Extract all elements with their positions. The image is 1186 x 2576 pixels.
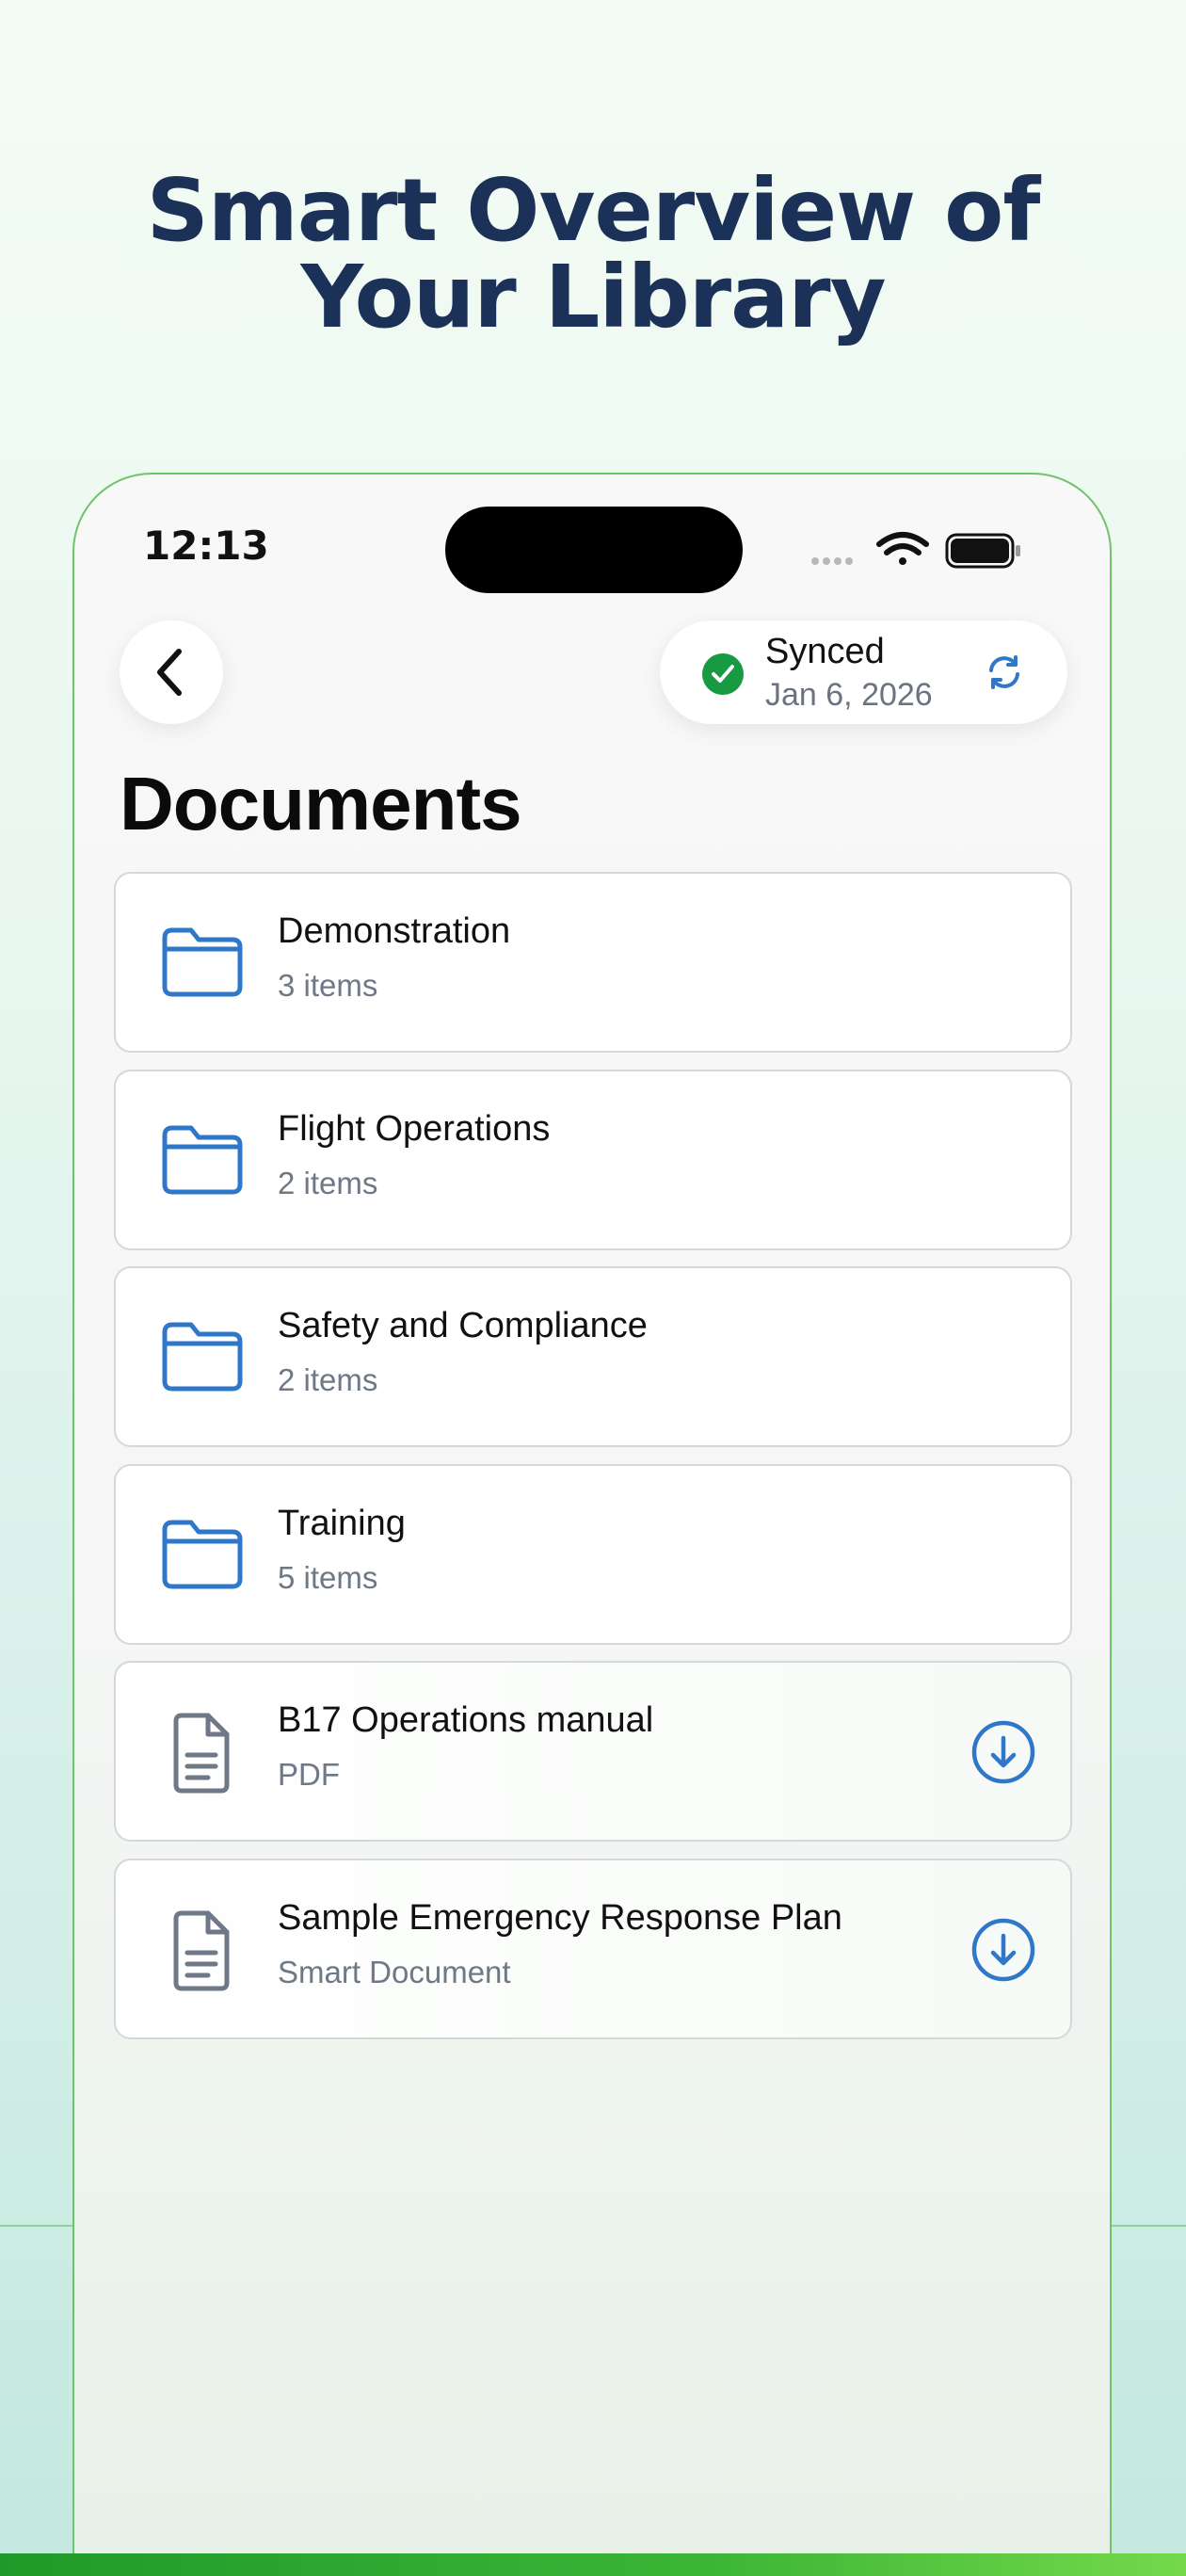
folder-row-flight-operations[interactable]: Flight Operations 2 items (114, 1070, 1072, 1250)
back-button[interactable] (120, 620, 223, 724)
folder-title: Training (278, 1504, 406, 1543)
battery-icon (945, 533, 1020, 569)
status-time: 12:13 (143, 523, 269, 569)
folder-title: Flight Operations (278, 1109, 551, 1149)
sync-title: Synced (765, 632, 885, 671)
folder-item-count: 2 items (278, 1362, 378, 1397)
folder-icon (162, 1322, 243, 1392)
folder-row-safety-and-compliance[interactable]: Safety and Compliance 2 items (114, 1266, 1072, 1447)
headline-line-1: Smart Overview of (146, 160, 1041, 261)
marketing-headline: Smart Overview of Your Library (0, 168, 1186, 341)
download-icon[interactable] (970, 1719, 1036, 1785)
document-icon (173, 1713, 230, 1794)
folder-title: Safety and Compliance (278, 1306, 648, 1345)
file-title: B17 Operations manual (278, 1700, 654, 1740)
file-row-sample-emergency-response-plan[interactable]: Sample Emergency Response Plan Smart Doc… (114, 1859, 1072, 2039)
wifi-icon (876, 532, 929, 565)
folder-title: Demonstration (278, 911, 511, 951)
sync-date: Jan 6, 2026 (765, 677, 933, 713)
document-icon (173, 1910, 230, 1991)
refresh-icon[interactable] (984, 652, 1025, 693)
folder-row-training[interactable]: Training 5 items (114, 1464, 1072, 1645)
folder-item-count: 3 items (278, 968, 378, 1003)
folder-icon (162, 1520, 243, 1589)
folder-item-count: 5 items (278, 1560, 378, 1595)
file-type: Smart Document (278, 1955, 511, 1989)
sync-status-pill[interactable]: Synced Jan 6, 2026 (660, 620, 1067, 724)
signal-dots-icon (811, 557, 853, 565)
headline-line-2: Your Library (300, 247, 886, 347)
file-title: Sample Emergency Response Plan (278, 1898, 842, 1938)
folder-item-count: 2 items (278, 1166, 378, 1200)
bottom-accent-bar (0, 2553, 1186, 2576)
file-type: PDF (278, 1757, 340, 1792)
dynamic-island (445, 507, 743, 593)
file-row-b17-operations-manual[interactable]: B17 Operations manual PDF (114, 1661, 1072, 1842)
check-circle-icon (702, 653, 744, 695)
download-icon[interactable] (970, 1917, 1036, 1983)
folder-icon (162, 1125, 243, 1195)
chevron-left-icon (157, 649, 182, 696)
folder-row-demonstration[interactable]: Demonstration 3 items (114, 872, 1072, 1053)
status-icons (811, 532, 1020, 569)
page-title: Documents (120, 762, 522, 845)
folder-icon (162, 927, 243, 997)
